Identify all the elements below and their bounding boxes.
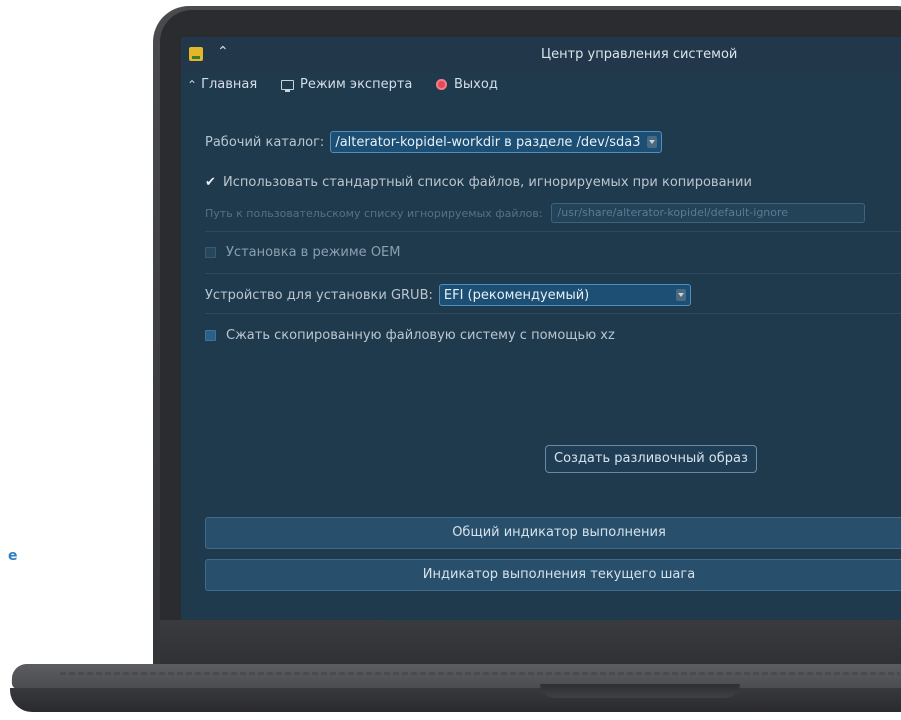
- grub-label: Устройство для установки GRUB:: [205, 287, 433, 303]
- laptop-opening-notch: [540, 684, 740, 698]
- laptop-screen: ⌃ Центр управления системой ⌃ Главная Ре…: [181, 37, 901, 620]
- step-progress-bar: Индикатор выполнения текущего шага: [205, 559, 901, 591]
- monitor-icon: [281, 79, 294, 92]
- create-image-button[interactable]: Создать разливочный образ: [545, 445, 757, 473]
- workdir-select[interactable]: /alterator-kopidel-workdir в разделе /de…: [330, 131, 662, 153]
- side-mark-text: e: [8, 548, 18, 564]
- workdir-row: Рабочий каталог: /alterator-kopidel-work…: [205, 131, 662, 153]
- laptop-speaker-grille: [60, 672, 900, 675]
- expert-mode-label: Режим эксперта: [300, 77, 413, 92]
- custom-list-row: Путь к пользовательскому списку игнориру…: [205, 203, 865, 223]
- main-content: Рабочий каталог: /alterator-kopidel-work…: [181, 99, 901, 620]
- custom-list-field: /usr/share/alterator-kopidel/default-ign…: [550, 203, 865, 223]
- compress-label: Сжать скопированную файловую систему с п…: [226, 328, 615, 343]
- exit-button[interactable]: Выход: [436, 77, 498, 92]
- dropdown-arrow-icon: [646, 136, 657, 148]
- grub-value: EFI (рекомендуемый): [443, 287, 590, 303]
- overall-progress-bar: Общий индикатор выполнения: [205, 517, 901, 549]
- separator: [205, 313, 901, 314]
- window-title: Центр управления системой: [541, 47, 738, 62]
- chevron-up-icon: ⌃: [187, 77, 198, 92]
- chevron-up-icon[interactable]: ⌃: [217, 44, 229, 60]
- overall-progress-label: Общий индикатор выполнения: [452, 525, 666, 540]
- oem-row: Установка в режиме OEM: [205, 245, 400, 260]
- oem-label: Установка в режиме OEM: [226, 245, 401, 260]
- exit-icon: [436, 79, 447, 90]
- workdir-value: /alterator-kopidel-workdir в разделе /de…: [335, 134, 641, 150]
- checkbox-icon: [205, 247, 216, 258]
- home-label: Главная: [201, 77, 258, 92]
- use-default-list-label: Использовать стандартный список файлов, …: [223, 175, 752, 190]
- step-progress-label: Индикатор выполнения текущего шага: [422, 567, 696, 582]
- home-button[interactable]: ⌃ Главная: [187, 77, 257, 92]
- custom-list-label: Путь к пользовательскому списку игнориру…: [205, 206, 543, 220]
- separator: [205, 273, 901, 274]
- workdir-label: Рабочий каталог:: [205, 134, 325, 150]
- dropdown-arrow-icon: [675, 289, 686, 301]
- window-toolbar: ⌃ Главная Режим эксперта Выход: [181, 73, 901, 99]
- app-icon[interactable]: [189, 47, 203, 61]
- use-default-list-row[interactable]: ✔ Использовать стандартный список файлов…: [205, 175, 752, 190]
- laptop-base-front: [10, 688, 901, 712]
- compress-row[interactable]: Сжать скопированную файловую систему с п…: [205, 328, 615, 343]
- laptop-mockup: e ⌃ Центр управления системой ⌃ Главная …: [0, 0, 901, 720]
- grub-row: Устройство для установки GRUB: EFI (реко…: [205, 284, 691, 306]
- grub-select[interactable]: EFI (рекомендуемый): [438, 284, 691, 306]
- checkmark-icon[interactable]: ✔: [205, 175, 221, 190]
- window-titlebar: ⌃ Центр управления системой: [181, 37, 901, 73]
- laptop-base-top: [11, 664, 901, 690]
- laptop-bezel: [160, 620, 901, 668]
- checkbox-icon[interactable]: [205, 330, 216, 341]
- separator: [205, 231, 901, 232]
- exit-label: Выход: [454, 77, 498, 92]
- expert-mode-button[interactable]: Режим эксперта: [281, 77, 412, 92]
